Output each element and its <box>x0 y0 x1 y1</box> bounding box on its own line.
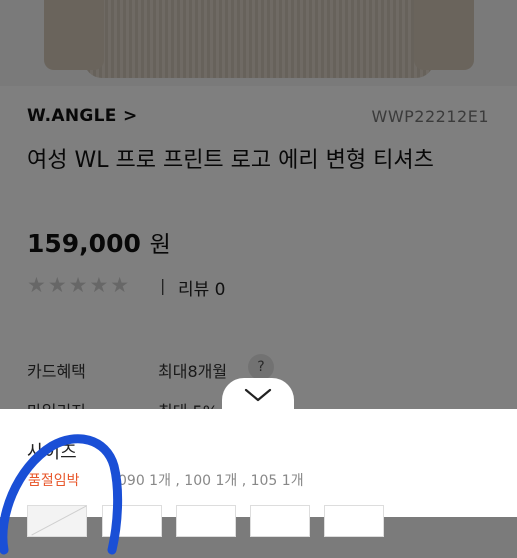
option-sheet <box>0 409 517 517</box>
low-stock-badge: 품절임박 <box>28 473 80 489</box>
size-option[interactable] <box>102 505 162 537</box>
chevron-down-icon <box>244 388 272 402</box>
size-option-soldout[interactable] <box>27 505 87 537</box>
stock-info: 090 1개 , 100 1개 , 105 1개 <box>118 473 304 489</box>
size-option[interactable] <box>176 505 236 537</box>
sheet-collapse-handle[interactable] <box>222 378 294 412</box>
size-option[interactable] <box>324 505 384 537</box>
size-option-label: 사이즈 <box>27 442 77 463</box>
size-option[interactable] <box>250 505 310 537</box>
dim-overlay[interactable] <box>0 0 517 409</box>
